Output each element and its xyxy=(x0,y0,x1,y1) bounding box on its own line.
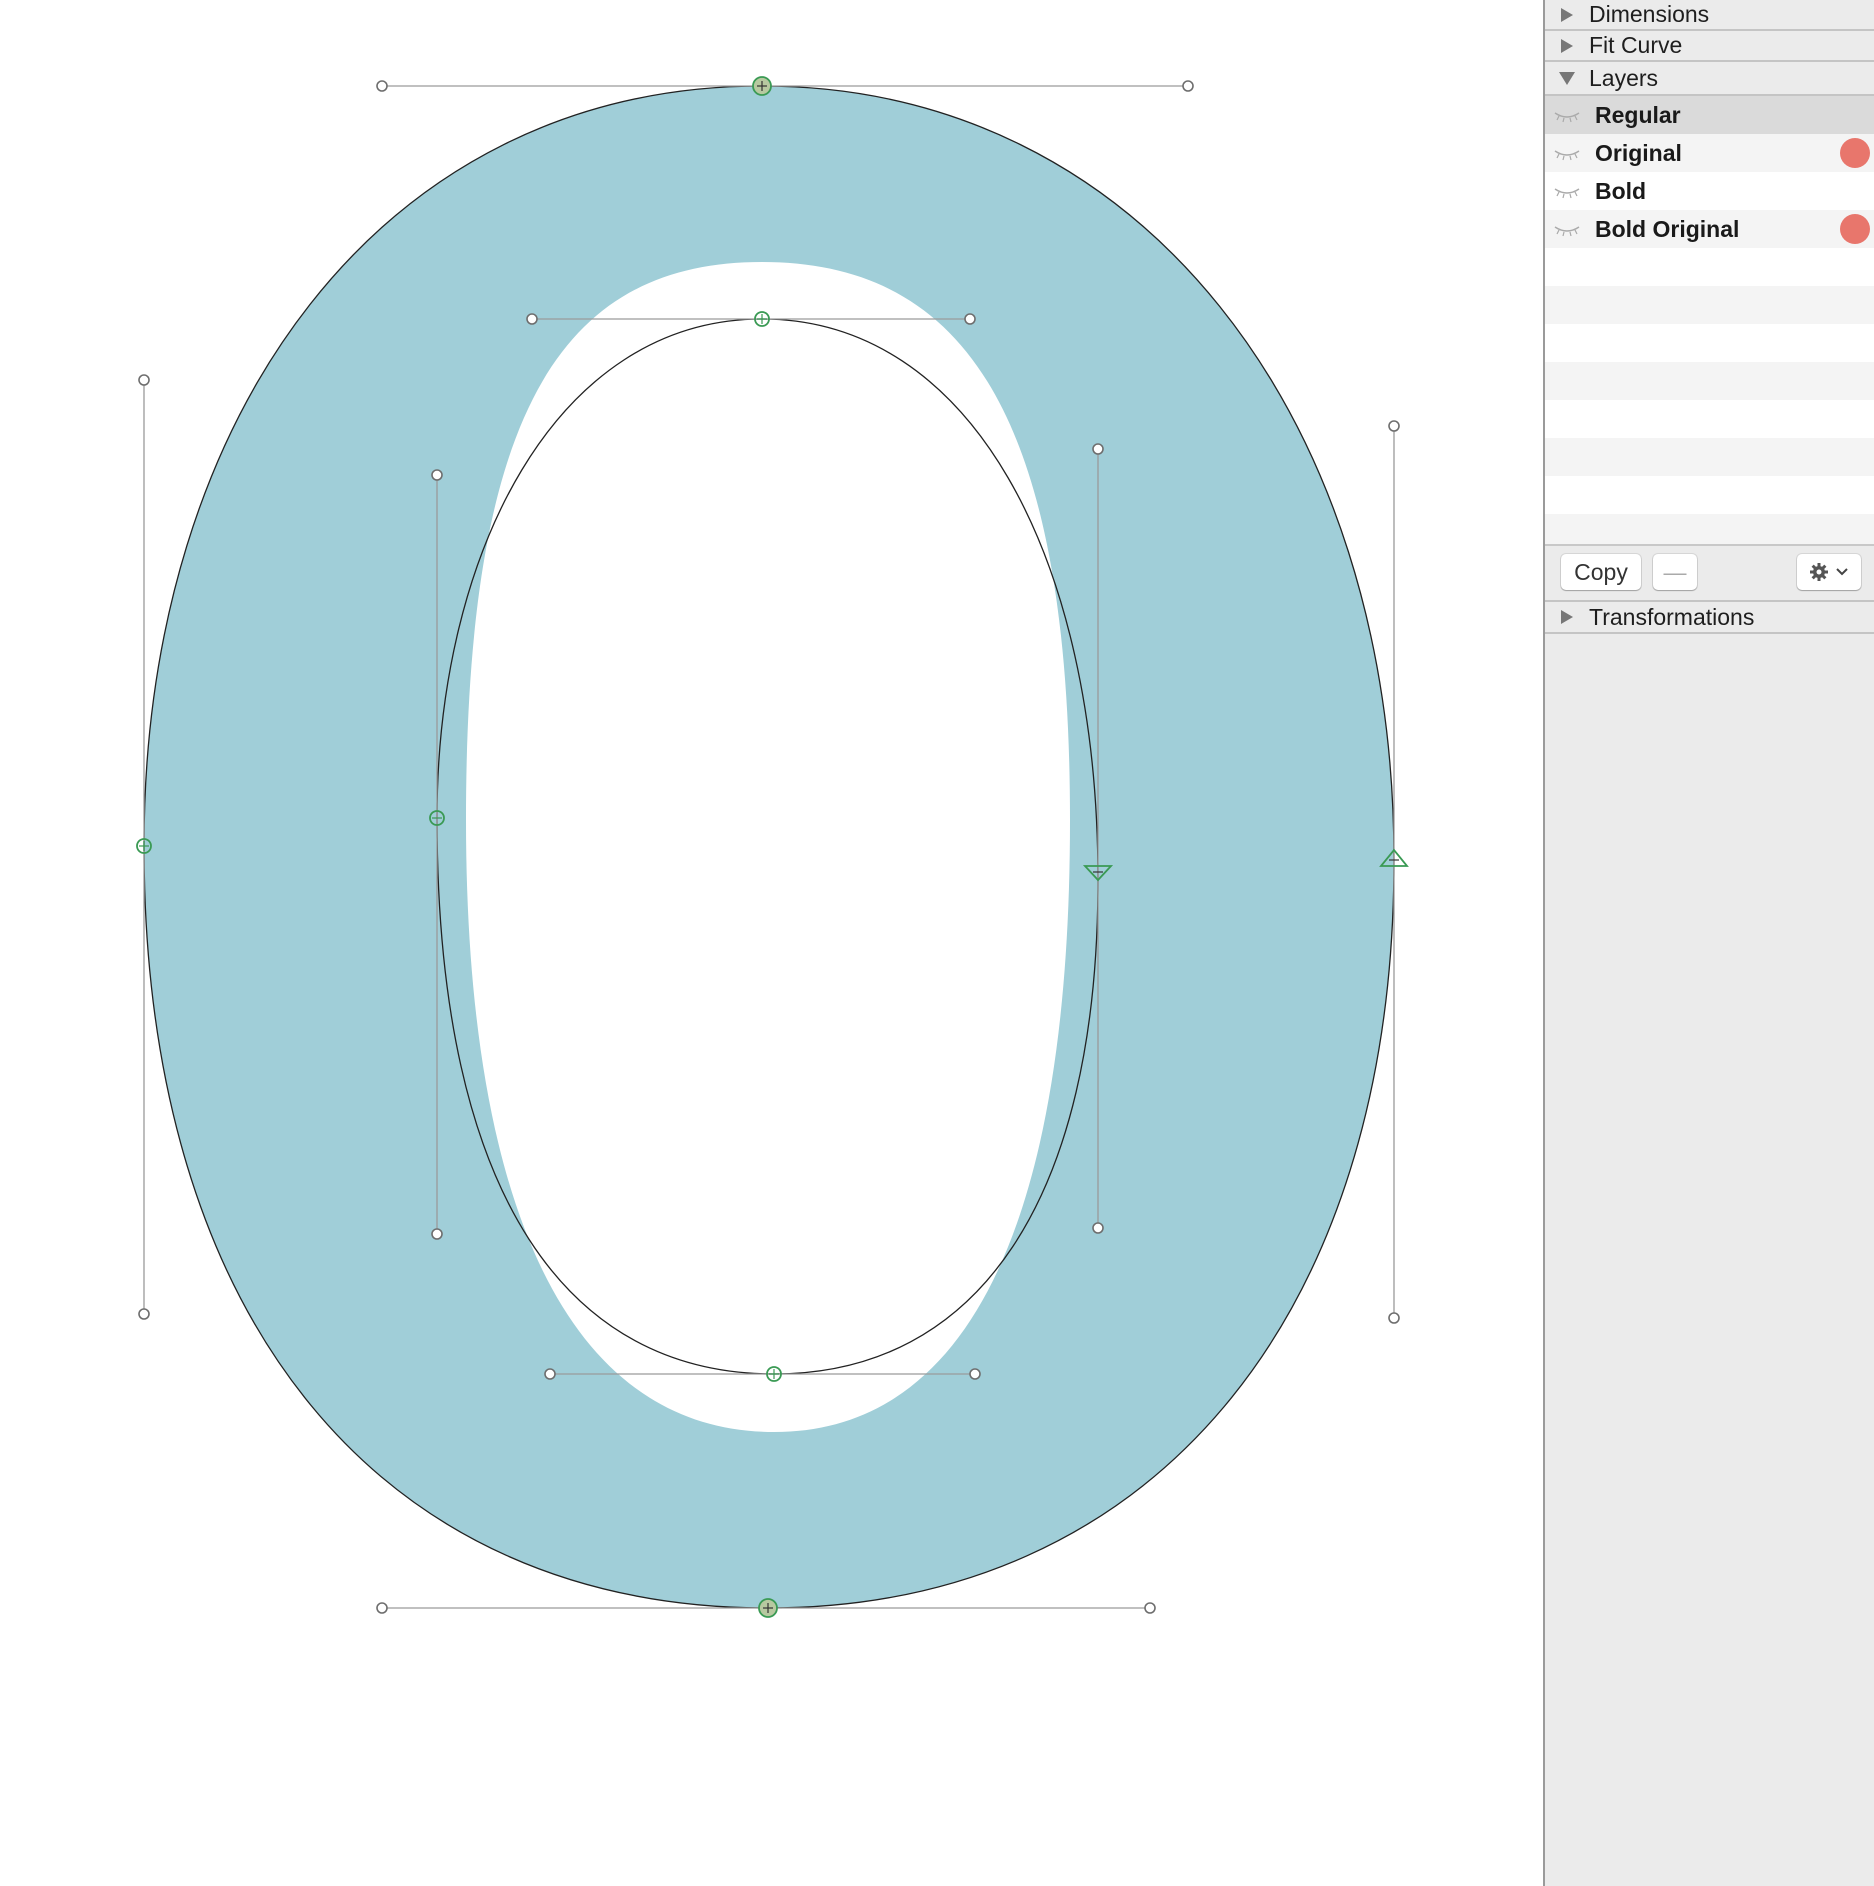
disclosure-triangle-down-icon[interactable] xyxy=(1559,70,1575,86)
section-dimensions-label: Dimensions xyxy=(1589,1,1710,27)
layer-actions-menu-button[interactable] xyxy=(1797,554,1861,590)
handle-point xyxy=(544,1368,556,1380)
handle-point xyxy=(526,313,538,325)
empty-row xyxy=(1545,362,1874,400)
eye-closed-icon[interactable] xyxy=(1553,107,1581,123)
disclosure-triangle-right-icon[interactable] xyxy=(1559,609,1575,625)
eye-closed-icon[interactable] xyxy=(1553,221,1581,237)
handle-point xyxy=(376,1602,388,1614)
eye-closed-icon[interactable] xyxy=(1553,183,1581,199)
empty-row xyxy=(1545,286,1874,324)
empty-row xyxy=(1545,248,1874,286)
chevron-down-icon xyxy=(1836,568,1848,576)
handle-point xyxy=(138,374,150,386)
empty-row xyxy=(1545,476,1874,514)
disclosure-triangle-right-icon[interactable] xyxy=(1559,7,1575,23)
handle-point xyxy=(969,1368,981,1380)
layer-name: Bold xyxy=(1595,177,1647,204)
layer-row-original[interactable]: Original xyxy=(1545,134,1874,172)
handle-point xyxy=(1092,1222,1104,1234)
section-transformations[interactable]: Transformations xyxy=(1545,600,1874,634)
copy-layer-button[interactable]: Copy xyxy=(1561,554,1641,590)
handle-point xyxy=(431,1228,443,1240)
layer-name: Original xyxy=(1595,139,1682,166)
handle-point xyxy=(138,1308,150,1320)
handle-point xyxy=(1182,80,1194,92)
layer-row-regular[interactable]: Regular xyxy=(1545,96,1874,134)
inspector-panel: Dimensions Fit Curve Layers Regular Orig… xyxy=(1543,0,1874,1886)
layer-row-bold-original[interactable]: Bold Original xyxy=(1545,210,1874,248)
handle-point xyxy=(376,80,388,92)
layer-row-bold[interactable]: Bold xyxy=(1545,172,1874,210)
empty-row xyxy=(1545,514,1874,544)
section-layers-label: Layers xyxy=(1589,64,1659,91)
layer-list[interactable]: Regular Original Bold Bold Original xyxy=(1545,96,1874,544)
section-layers[interactable]: Layers xyxy=(1545,62,1874,96)
section-fit-curve[interactable]: Fit Curve xyxy=(1545,31,1874,62)
handle-point xyxy=(964,313,976,325)
section-transformations-label: Transformations xyxy=(1589,603,1755,630)
empty-row xyxy=(1545,438,1874,476)
layer-color-marker[interactable] xyxy=(1840,214,1870,244)
handle-point xyxy=(1388,420,1400,432)
glyph-drawing[interactable] xyxy=(0,0,1543,1886)
gear-icon xyxy=(1810,563,1828,581)
layer-name: Bold Original xyxy=(1595,215,1740,242)
section-dimensions[interactable]: Dimensions xyxy=(1545,0,1874,31)
section-fit-curve-label: Fit Curve xyxy=(1589,32,1683,58)
inner-contour-path[interactable] xyxy=(436,318,1099,1375)
remove-layer-button[interactable]: — xyxy=(1653,554,1697,590)
eye-closed-icon[interactable] xyxy=(1553,145,1581,161)
handle-point xyxy=(1144,1602,1156,1614)
empty-row xyxy=(1545,324,1874,362)
layer-name: Regular xyxy=(1595,101,1681,128)
handle-point xyxy=(1388,1312,1400,1324)
handle-point xyxy=(1092,443,1104,455)
layer-toolbar: Copy — xyxy=(1545,544,1874,600)
glyph-canvas[interactable] xyxy=(0,0,1543,1886)
layer-color-marker[interactable] xyxy=(1840,138,1870,168)
empty-row xyxy=(1545,400,1874,438)
handle-point xyxy=(431,469,443,481)
disclosure-triangle-right-icon[interactable] xyxy=(1559,38,1575,54)
